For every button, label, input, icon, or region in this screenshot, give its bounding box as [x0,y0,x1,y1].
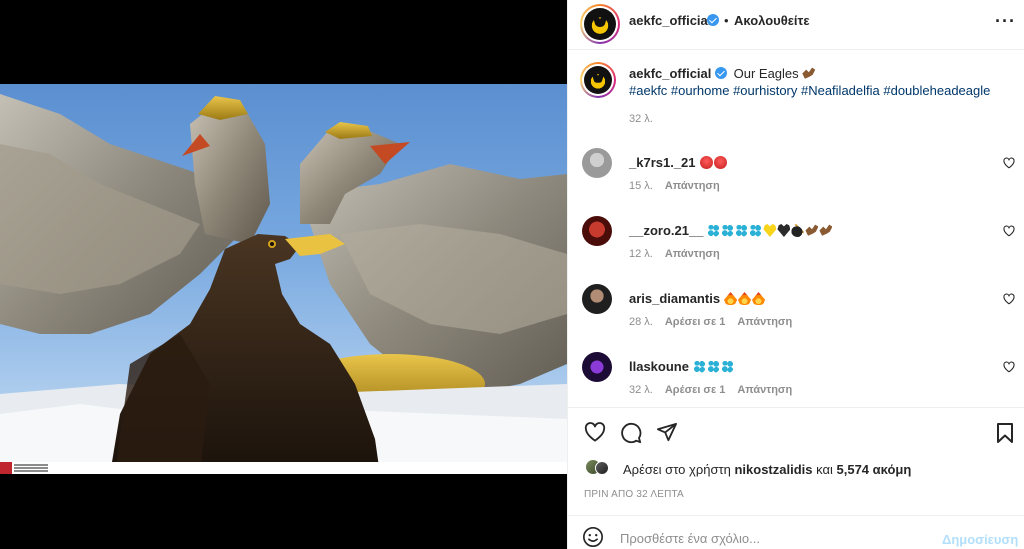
commenter-avatar[interactable] [582,352,612,382]
paw-emoji [692,360,706,373]
author-avatar[interactable] [580,4,620,44]
comment-time[interactable]: 32 λ. [629,384,653,396]
eagle-statue-photo [0,94,567,474]
comment-emoji [699,155,728,170]
caption-username[interactable]: aekfc_official [629,66,711,81]
bomb-emoji [791,224,805,237]
comment-emoji [692,359,735,374]
post-caption: aekfc_official Our Eagles #aekfc #ourhom… [568,58,1024,128]
comment-emoji [724,291,766,306]
reply-button[interactable]: Απάντηση [665,180,720,192]
post-comment-button[interactable]: Δημοσίευση [942,532,1018,547]
post-side-panel: aekfc_official • Ακολουθείτε ··· aekfc_o… [567,0,1024,549]
likes-summary: Αρέσει στο χρήστη nikostzalidis και 5,57… [568,459,1024,479]
comment-time[interactable]: 12 λ. [629,248,653,260]
commenter-avatar[interactable] [582,216,612,246]
comment-like-heart-icon[interactable] [1003,361,1015,373]
reply-button[interactable]: Απάντηση [665,248,720,260]
posted-time[interactable]: ΠΡΙΝ ΑΠΟ 32 ΛΕΠΤΑ [584,489,684,500]
paw-emoji [749,224,763,237]
share-icon[interactable] [656,422,678,442]
action-bar [568,407,1024,457]
credit-text [14,464,48,466]
likes-and: και [816,462,833,477]
caption-time[interactable]: 32 λ. [629,113,653,125]
following-button[interactable]: Ακολουθείτε [734,13,810,28]
smile-icon[interactable] [582,526,604,548]
reply-button[interactable]: Απάντηση [737,316,792,328]
comment-item: __zoro.21__ 12 λ. Απάντηση [568,216,1024,276]
comment-likes[interactable]: Αρέσει σε 1 [665,384,726,396]
verified-icon [707,14,719,26]
heart-icon[interactable] [584,422,606,442]
commenter-avatar[interactable] [582,284,612,314]
comment-time[interactable]: 15 λ. [629,180,653,192]
paw-emoji [720,360,734,373]
comment-icon[interactable] [620,422,642,444]
post-media[interactable] [0,0,567,549]
more-icon[interactable]: ··· [995,11,1016,32]
likes-count[interactable]: 5,574 ακόμη [837,462,912,477]
caption-text: Our Eagles [733,66,799,81]
comment-time[interactable]: 28 λ. [629,316,653,328]
commenter-username[interactable]: aris_diamantis [629,291,720,306]
angry-emoji [699,156,713,169]
eagle-emoji [805,224,819,236]
comment-likes[interactable]: Αρέσει σε 1 [665,316,726,328]
bookmark-icon[interactable] [996,422,1014,444]
caption-hashtags[interactable]: #aekfc #ourhome #ourhistory #Neafiladelf… [629,83,990,98]
comment-item: llaskoune 32 λ. Αρέσει σε 1 Απάντηση [568,352,1024,412]
caption-avatar[interactable] [580,62,616,98]
separator-dot: • [724,13,729,28]
commenter-username[interactable]: llaskoune [629,359,689,374]
comment-item: aris_diamantis 28 λ. Αρέσει σε 1 Απάντηση [568,284,1024,344]
commenter-avatar[interactable] [582,148,612,178]
post-header: aekfc_official • Ακολουθείτε ··· [568,0,1024,50]
liker-username[interactable]: nikostzalidis [734,462,812,477]
fire-emoji [738,292,752,305]
comment-input[interactable] [620,529,930,547]
comment-item: _k7rs1._21 15 λ. Απάντηση [568,148,1024,208]
comment-like-heart-icon[interactable] [1003,293,1015,305]
commenter-username[interactable]: _k7rs1._21 [629,155,696,170]
comment-emoji [707,223,833,238]
commenter-username[interactable]: __zoro.21__ [629,223,703,238]
paw-emoji [706,360,720,373]
instagram-post-modal: aekfc_official • Ακολουθείτε ··· aekfc_o… [0,0,1024,549]
agency-logo [0,462,12,474]
eagle-emoji [819,224,833,236]
fire-emoji [752,292,766,305]
paw-emoji [721,224,735,237]
post-photo [0,84,567,474]
comment-like-heart-icon[interactable] [1003,225,1015,237]
yheart-emoji [763,224,777,237]
author-username[interactable]: aekfc_official [629,13,711,28]
angry-emoji [713,156,727,169]
paw-emoji [707,224,721,237]
photo-credit-strip [0,462,567,474]
fire-emoji [724,292,738,305]
paw-emoji [735,224,749,237]
likers-avatars[interactable] [585,459,609,477]
reply-button[interactable]: Απάντηση [737,384,792,396]
add-comment-bar: Δημοσίευση [568,515,1024,549]
comment-like-heart-icon[interactable] [1003,157,1015,169]
bheart-emoji [777,224,791,237]
likes-prefix: Αρέσει στο χρήστη [623,462,731,477]
eagle-emoji [802,67,816,79]
verified-icon [715,67,727,79]
